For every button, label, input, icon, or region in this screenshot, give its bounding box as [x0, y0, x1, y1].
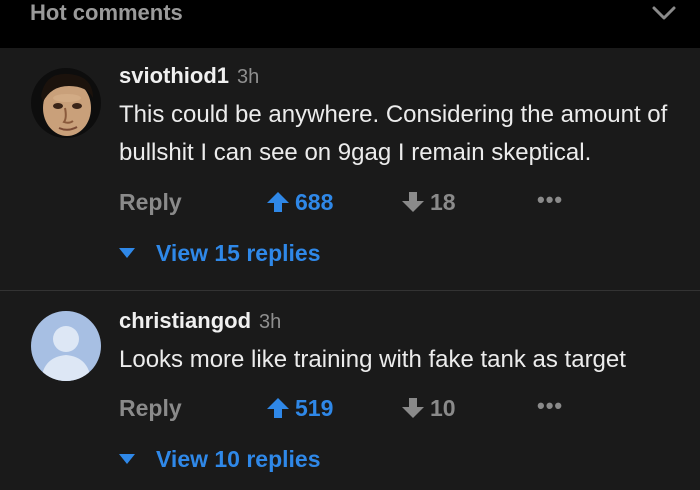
arrow-down-icon — [402, 192, 424, 212]
downvote-button[interactable]: 18 — [400, 185, 456, 219]
avatar[interactable] — [31, 68, 101, 138]
upvote-button[interactable]: 688 — [265, 185, 333, 219]
view-replies-label: View 15 replies — [156, 239, 321, 266]
timestamp: 3h — [259, 311, 282, 333]
section-title: Hot comments — [30, 0, 183, 25]
arrow-up-icon — [267, 192, 289, 212]
avatar[interactable] — [31, 311, 101, 381]
comment-meta: sviothiod1 3h — [119, 62, 259, 91]
timestamp: 3h — [237, 66, 260, 88]
view-replies-button[interactable]: View 10 replies — [118, 442, 321, 476]
more-options-button[interactable]: ••• — [537, 185, 563, 219]
triangle-down-icon — [119, 454, 135, 464]
arrow-up-icon — [267, 398, 289, 418]
downvote-count: 10 — [430, 394, 456, 421]
triangle-down-icon — [119, 248, 135, 258]
username[interactable]: sviothiod1 — [119, 63, 229, 88]
chevron-down-icon[interactable] — [650, 2, 678, 24]
downvote-button[interactable]: 10 — [400, 391, 456, 425]
comment-item: christiangod 3h Looks more like training … — [0, 291, 700, 490]
comment-actions: Reply 519 10 ••• — [0, 391, 700, 425]
more-options-button[interactable]: ••• — [537, 391, 563, 425]
hot-comments-header[interactable]: Hot comments — [0, 0, 700, 48]
reply-button[interactable]: Reply — [119, 391, 182, 425]
upvote-count: 688 — [295, 188, 334, 215]
arrow-down-icon — [402, 398, 424, 418]
comment-meta: christiangod 3h — [119, 307, 281, 336]
reply-button[interactable]: Reply — [119, 185, 182, 219]
comment-actions: Reply 688 18 ••• — [0, 185, 700, 219]
comment-text: This could be anywhere. Considering the … — [119, 101, 668, 166]
view-replies-button[interactable]: View 15 replies — [118, 236, 321, 270]
upvote-count: 519 — [295, 394, 334, 421]
username[interactable]: christiangod — [119, 308, 251, 333]
view-replies-label: View 10 replies — [156, 445, 321, 472]
comment-item: sviothiod1 3h This could be anywhere. Con… — [0, 48, 700, 290]
upvote-button[interactable]: 519 — [265, 391, 333, 425]
downvote-count: 18 — [430, 188, 456, 215]
comment-text: Looks more like training with fake tank … — [119, 346, 626, 373]
